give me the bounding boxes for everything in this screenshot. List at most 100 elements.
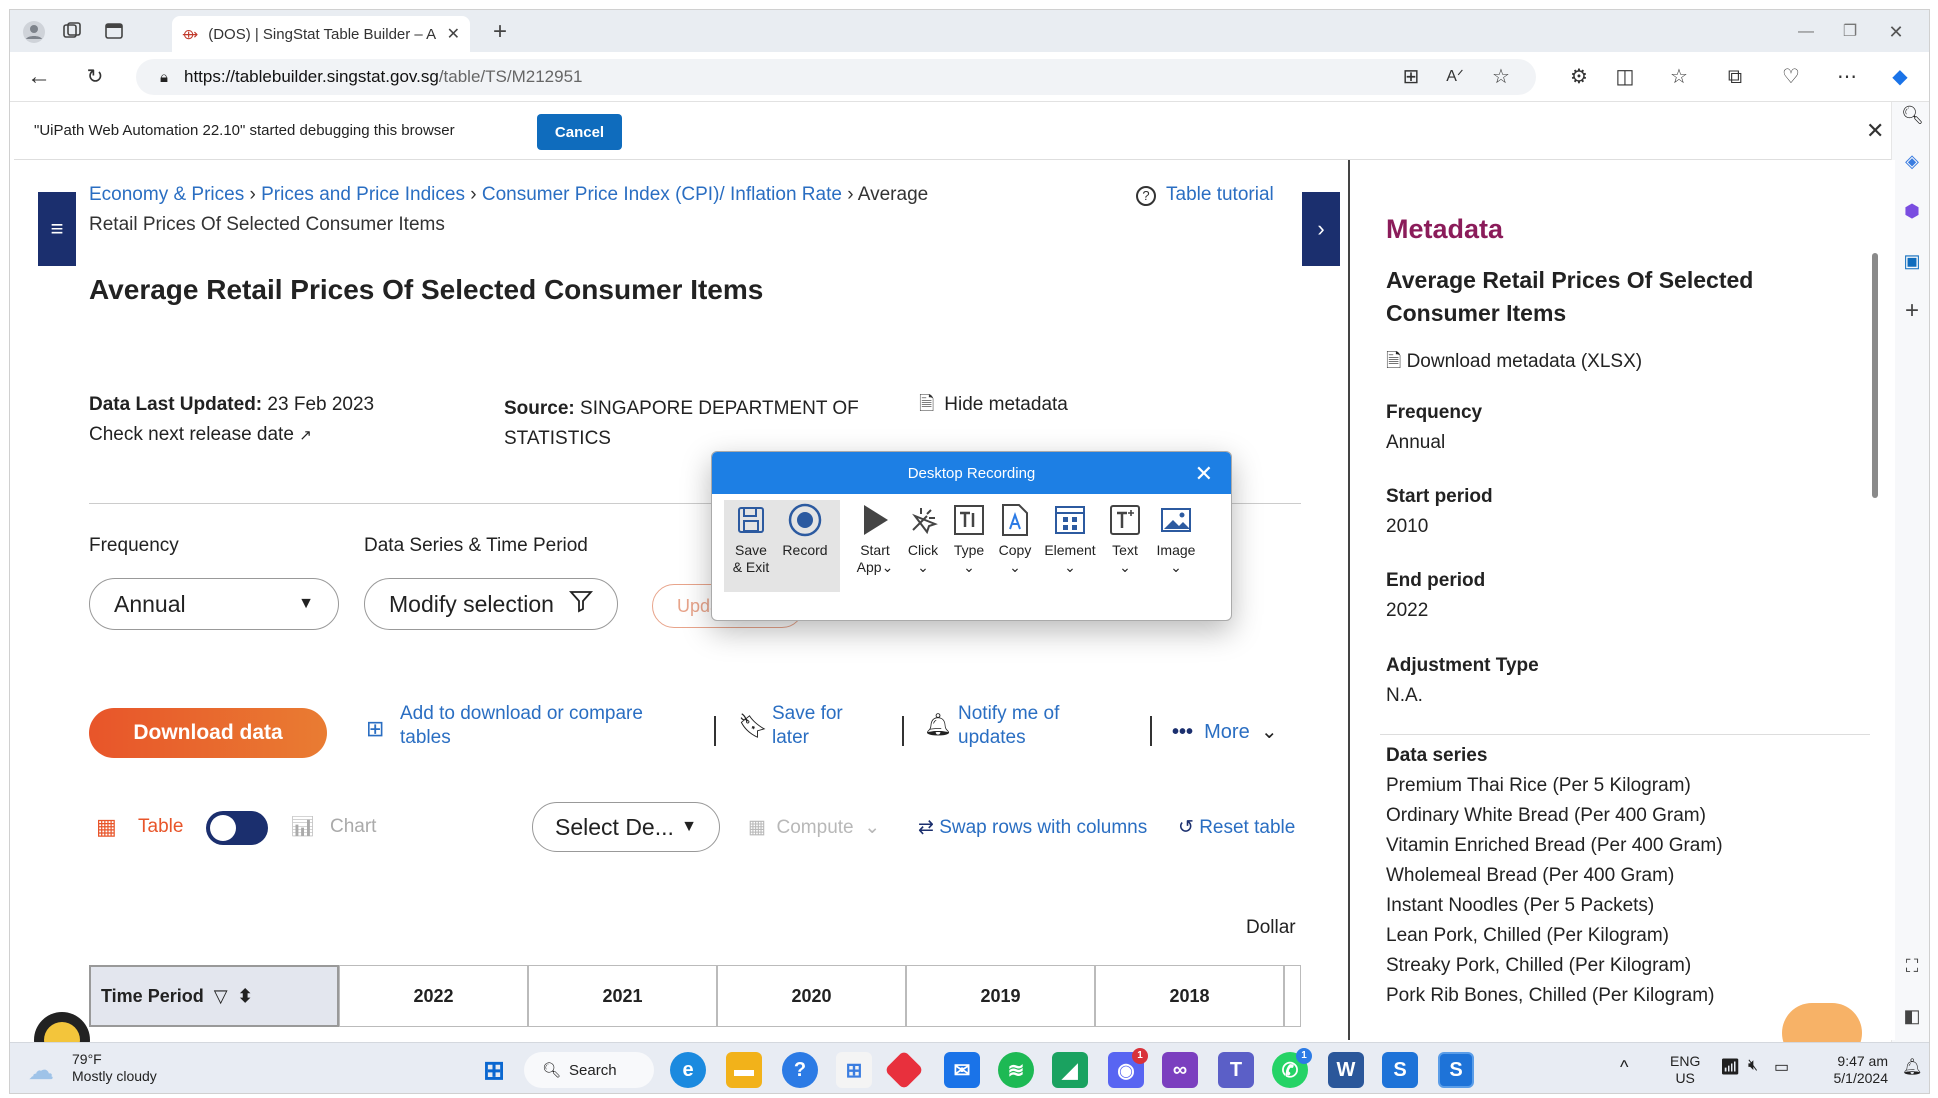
weather-widget[interactable]: 79°F Mostly cloudy	[72, 1051, 157, 1085]
record-tool[interactable]: Record	[780, 498, 830, 586]
more-button[interactable]: ••• More ⌄	[1172, 720, 1278, 744]
minimize-icon[interactable]: —	[1794, 20, 1818, 44]
tray-chevron-icon[interactable]: ^	[1620, 1057, 1628, 1078]
close-window-icon[interactable]: ✕	[1884, 20, 1908, 44]
help-app-icon[interactable]: ?	[782, 1052, 818, 1088]
speaker-muted-icon[interactable]: 🔇︎	[1748, 1057, 1758, 1075]
split-screen-icon[interactable]: ◫	[1612, 64, 1638, 90]
favorite-star-icon[interactable]: ☆	[1488, 64, 1514, 90]
wifi-icon[interactable]: 📶︎	[1720, 1057, 1740, 1077]
browser-essentials-icon[interactable]: ♡	[1778, 64, 1804, 90]
click-tool[interactable]: Click ⌄	[898, 498, 948, 586]
extensions-icon[interactable]: ⚙	[1566, 64, 1592, 90]
weather-cloud-icon[interactable]: ☁	[28, 1055, 54, 1086]
compute-button[interactable]: ▦ Compute ⌄	[748, 816, 880, 839]
cancel-debug-button[interactable]: Cancel	[537, 114, 622, 150]
copy-tool[interactable]: Copy ⌄	[990, 498, 1040, 586]
favorites-icon[interactable]: ☆	[1666, 64, 1692, 90]
sidebar-m365-icon[interactable]: ⬢	[1901, 200, 1923, 222]
more-menu-icon[interactable]: ⋯	[1834, 64, 1860, 90]
notify-link[interactable]: Notify me of updates	[958, 702, 1059, 750]
close-tab-icon[interactable]: ✕	[447, 24, 460, 44]
image-tool[interactable]: Image ⌄	[1148, 498, 1204, 586]
visual-studio-icon[interactable]: ∞	[1162, 1052, 1198, 1088]
breadcrumb-cpi[interactable]: Consumer Price Index (CPI)/ Inflation Ra…	[482, 184, 842, 205]
profile-icon[interactable]	[22, 20, 46, 44]
tab-actions-icon[interactable]	[102, 20, 126, 44]
url-field[interactable]: 🔒︎ https://tablebuilder.singstat.gov.sg /…	[136, 59, 1536, 95]
menu-hamburger-icon[interactable]: ≡	[38, 192, 76, 266]
url-host: https://tablebuilder.singstat.gov.sg	[183, 67, 439, 86]
download-metadata-link[interactable]: 🗎 Download metadata (XLSX)	[1386, 347, 1642, 379]
green-app-icon[interactable]: ◢	[1052, 1052, 1088, 1088]
teams-app-icon[interactable]: T	[1218, 1052, 1254, 1088]
notification-bell-icon[interactable]: 🔔︎	[1902, 1057, 1922, 1077]
back-icon[interactable]: ←	[26, 64, 52, 90]
close-infobar-icon[interactable]: ✕	[1866, 118, 1884, 144]
start-app-tool[interactable]: Start App⌄	[850, 498, 900, 586]
sidebar-tag-icon[interactable]: ◈	[1901, 150, 1923, 172]
copilot-icon[interactable]: ◆	[1887, 64, 1913, 90]
reset-table-button[interactable]: ↺ Reset table	[1178, 816, 1295, 839]
start-windows-icon[interactable]: ⊞	[476, 1052, 512, 1088]
sort-icon[interactable]: ⬍	[238, 986, 253, 1007]
next-release-link[interactable]: Check next release date ↗	[89, 424, 312, 446]
expand-panel-chevron-icon[interactable]: ›	[1302, 192, 1340, 266]
filter-icon[interactable]: ▽	[214, 986, 228, 1007]
time-period-header[interactable]: Time Period ▽ ⬍	[89, 965, 339, 1027]
discord-app-icon[interactable]: ◉ 1	[1108, 1048, 1148, 1088]
type-tool[interactable]: Type ⌄	[944, 498, 994, 586]
metadata-scrollbar[interactable]	[1872, 253, 1878, 498]
download-data-button[interactable]: Download data	[89, 708, 327, 758]
swap-rows-button[interactable]: ⇄ Swap rows with columns	[918, 816, 1147, 839]
element-tool[interactable]: Element ⌄	[1042, 498, 1098, 586]
modify-selection-button[interactable]: Modify selection	[364, 578, 618, 630]
breadcrumb-economy[interactable]: Economy & Prices	[89, 184, 244, 205]
anydesk-app-icon[interactable]	[884, 1050, 924, 1090]
uipath-assistant-icon[interactable]: S	[1438, 1052, 1474, 1088]
breadcrumb-prices[interactable]: Prices and Price Indices	[261, 184, 465, 205]
file-explorer-icon[interactable]: ▬	[726, 1052, 762, 1088]
refresh-icon[interactable]: ↻	[82, 64, 108, 90]
year-header[interactable]: 2019	[906, 965, 1095, 1027]
battery-icon[interactable]: ▭	[1774, 1057, 1789, 1077]
hide-metadata-link[interactable]: 🗎 Hide metadata	[919, 390, 1068, 422]
spotify-app-icon[interactable]: ≋	[998, 1052, 1034, 1088]
select-decimal-dropdown[interactable]: Select De... ▼	[532, 802, 720, 852]
table-chart-toggle[interactable]	[206, 811, 268, 845]
active-tab[interactable]: ⟴ (DOS) | SingStat Table Builder – A ✕	[172, 16, 470, 52]
table-tutorial-link[interactable]: ? Table tutorial	[1136, 180, 1274, 210]
year-header[interactable]: 2022	[339, 965, 528, 1027]
collections-icon[interactable]: ⧉	[1722, 64, 1748, 90]
new-tab-icon[interactable]: +	[488, 20, 512, 44]
whatsapp-app-icon[interactable]: ✆ 1	[1272, 1048, 1312, 1088]
mail-app-icon[interactable]: ✉	[944, 1052, 980, 1088]
sidebar-outlook-icon[interactable]: ▣	[1901, 250, 1923, 272]
chart-label[interactable]: Chart	[330, 816, 376, 838]
edge-app-icon[interactable]: e	[670, 1052, 706, 1088]
text-tool[interactable]: Text ⌄	[1100, 498, 1150, 586]
clock[interactable]: 9:47 am 5/1/2024	[1810, 1053, 1889, 1087]
sidebar-add-icon[interactable]: +	[1901, 299, 1923, 323]
uipath-studio-icon[interactable]: S	[1382, 1052, 1418, 1088]
save-exit-tool[interactable]: Save & Exit	[726, 498, 776, 586]
year-header[interactable]: 2020	[717, 965, 906, 1027]
restore-icon[interactable]: ❐	[1838, 20, 1862, 44]
save-later-link[interactable]: Save for later	[772, 702, 843, 750]
app-available-icon[interactable]: ⊞	[1398, 64, 1424, 90]
sidebar-toggle-icon[interactable]: ◧	[1901, 1005, 1923, 1027]
year-header[interactable]: 2021	[528, 965, 717, 1027]
frequency-select[interactable]: Annual ▼	[89, 578, 339, 630]
read-aloud-icon[interactable]: Aᐟ	[1442, 64, 1468, 90]
sidebar-search-icon[interactable]: 🔍︎	[1901, 104, 1924, 126]
taskbar-search-box[interactable]: 🔍︎ Search	[524, 1052, 654, 1088]
close-recorder-icon[interactable]: ✕	[1195, 461, 1213, 487]
language-indicator[interactable]: ENG US	[1670, 1053, 1700, 1087]
add-compare-link[interactable]: Add to download or compare tables	[400, 702, 643, 750]
store-app-icon[interactable]: ⊞	[836, 1052, 872, 1088]
year-header[interactable]: 2018	[1095, 965, 1284, 1027]
sidebar-screenshot-icon[interactable]: ⛶	[1901, 955, 1923, 977]
workspaces-icon[interactable]	[60, 20, 84, 44]
word-app-icon[interactable]: W	[1328, 1052, 1364, 1088]
search-icon: 🔍︎	[542, 1062, 562, 1079]
